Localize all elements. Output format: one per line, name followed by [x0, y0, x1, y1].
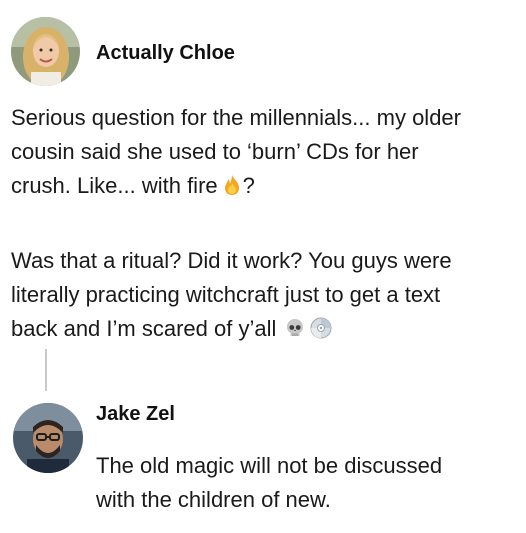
author-name-jake[interactable]: Jake Zel	[96, 403, 175, 426]
post-line: crush. Like... with fire?	[11, 169, 461, 203]
post-line-text: back and I’m scared of y’all	[11, 316, 277, 341]
avatar-jake-photo	[13, 403, 83, 473]
reply-line: The old magic will not be discussed	[96, 453, 443, 478]
skull-icon	[284, 317, 306, 339]
avatar-actually-chloe[interactable]	[11, 17, 80, 86]
thread-connector-line	[45, 349, 47, 391]
post-line: back and I’m scared of y’all	[11, 312, 452, 346]
post-paragraph-2: Was that a ritual? Did it work? You guys…	[11, 244, 452, 346]
avatar-chloe-photo	[11, 17, 80, 86]
post-line: Was that a ritual? Did it work? You guys…	[11, 248, 452, 273]
cd-disc-icon	[310, 317, 332, 339]
post-line: literally practicing witchcraft just to …	[11, 282, 441, 307]
post-line: Serious question for the millennials... …	[11, 105, 461, 130]
avatar-jake-zel[interactable]	[13, 403, 83, 473]
reply-line: with the children of new.	[96, 487, 331, 512]
post-line-text: crush. Like... with fire	[11, 173, 218, 198]
reply-text: The old magic will not be discussed with…	[96, 449, 442, 517]
author-name-chloe[interactable]: Actually Chloe	[96, 42, 235, 65]
post-line: cousin said she used to ‘burn’ CDs for h…	[11, 139, 419, 164]
post-line-text: ?	[242, 173, 255, 198]
post-paragraph-1: Serious question for the millennials... …	[11, 101, 461, 203]
fire-icon	[221, 174, 243, 196]
